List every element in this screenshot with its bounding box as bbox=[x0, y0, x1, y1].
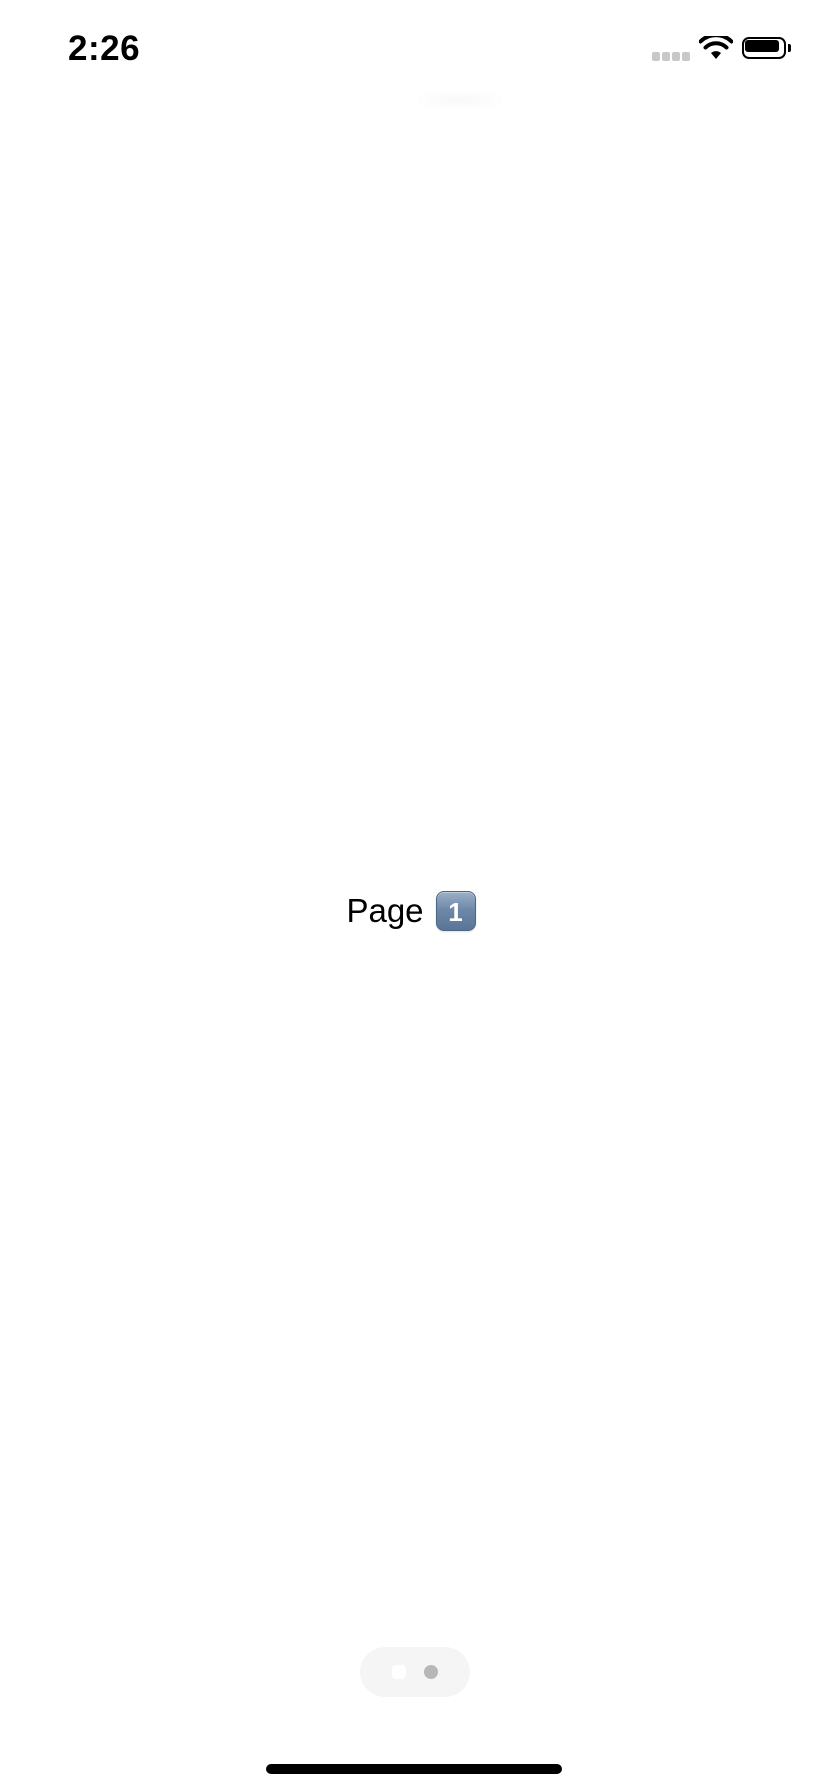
page-content: Page 1 bbox=[0, 887, 828, 933]
status-bar: 2:26 bbox=[0, 0, 828, 100]
page-dot-2[interactable] bbox=[424, 1665, 438, 1679]
wifi-icon bbox=[699, 36, 733, 59]
keycap-number-icon: 1 bbox=[435, 891, 476, 932]
page-label: Page bbox=[346, 892, 424, 930]
page-control[interactable] bbox=[360, 1647, 470, 1697]
top-fade-decoration bbox=[418, 92, 502, 108]
home-indicator[interactable] bbox=[266, 1764, 562, 1774]
battery-icon bbox=[742, 37, 794, 63]
signal-icon bbox=[652, 52, 692, 64]
status-time: 2:26 bbox=[68, 29, 141, 68]
page-dot-1[interactable] bbox=[392, 1665, 406, 1679]
